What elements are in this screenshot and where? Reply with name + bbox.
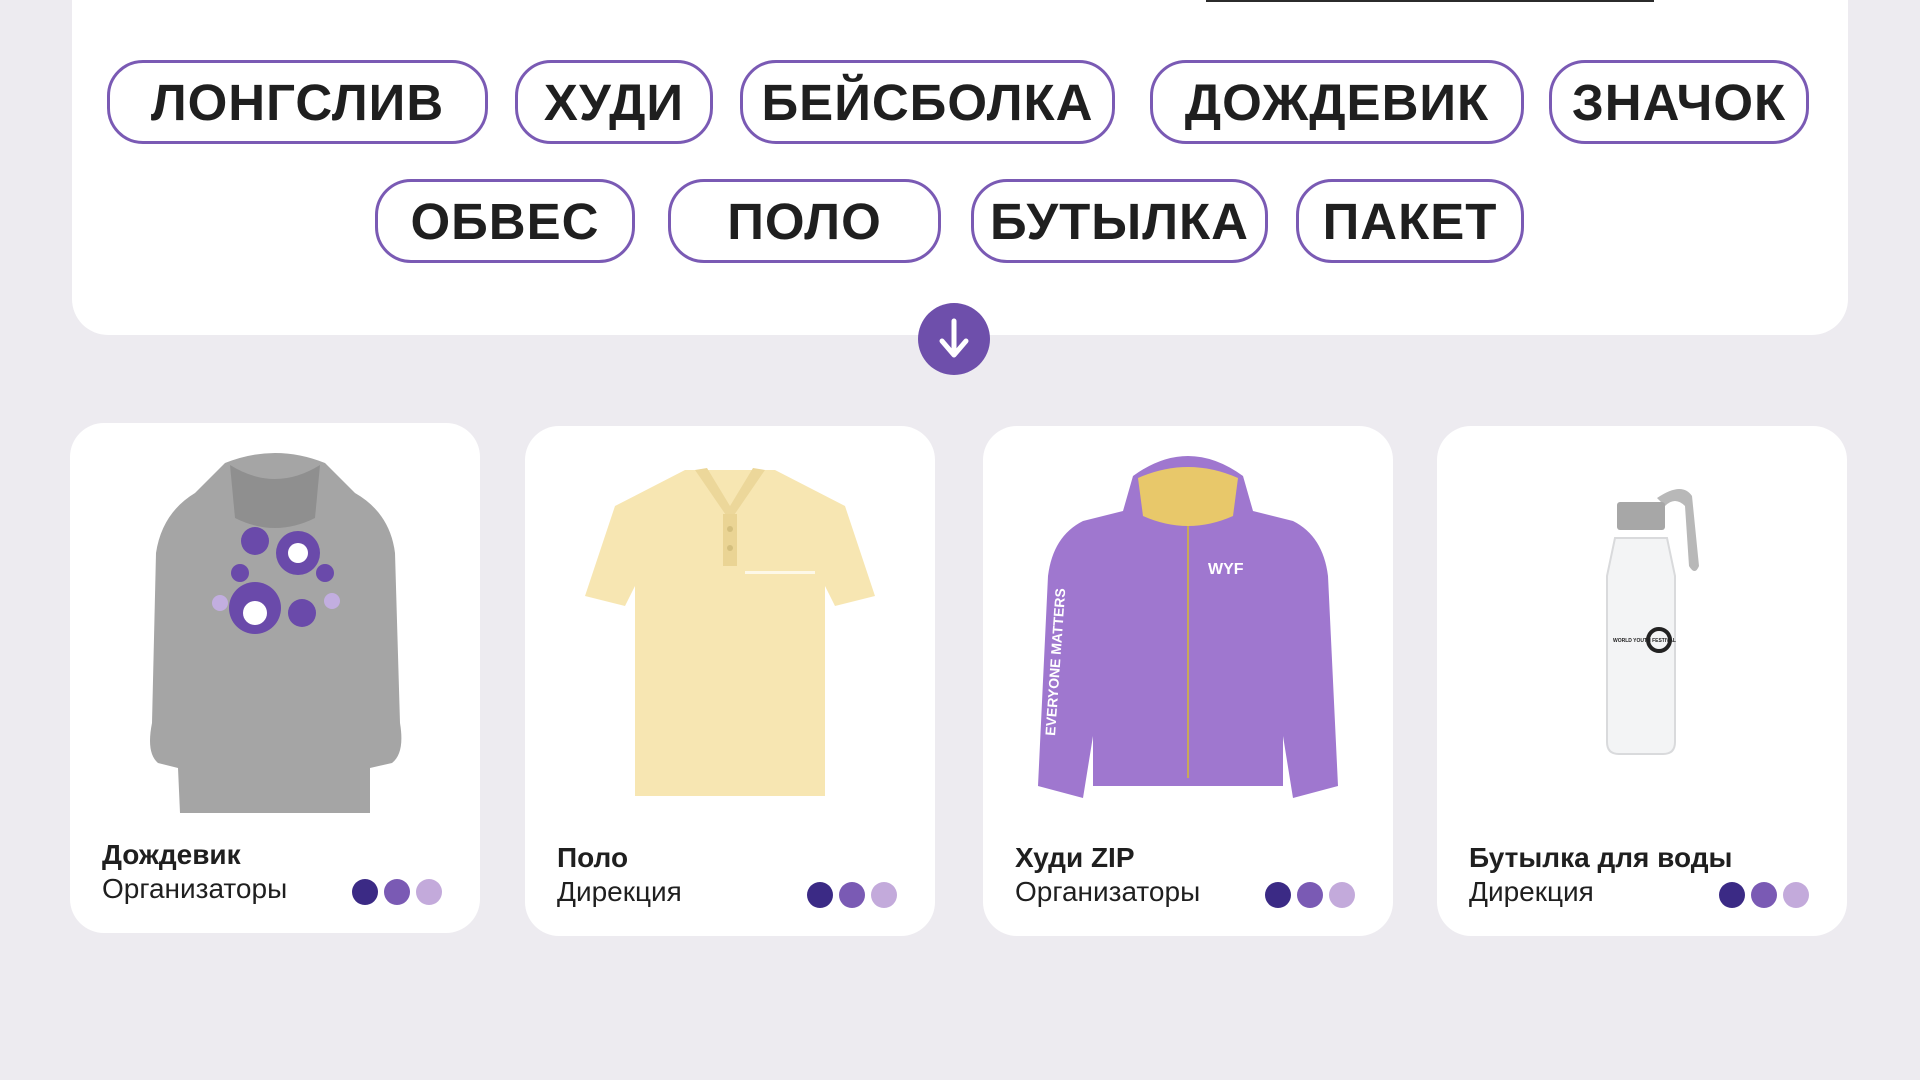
swatch-medium[interactable] xyxy=(1297,882,1323,908)
divider-line xyxy=(1206,0,1654,2)
scroll-down-button[interactable] xyxy=(918,303,990,375)
swatch-medium[interactable] xyxy=(1751,882,1777,908)
product-card-raincoat[interactable]: Дождевик Организаторы xyxy=(70,423,480,933)
swatch-medium[interactable] xyxy=(839,882,865,908)
swatch-light[interactable] xyxy=(1329,882,1355,908)
bottle-label-text: WORLD YOUTH FESTIVAL xyxy=(1613,638,1676,644)
filter-panel xyxy=(72,0,1848,335)
product-title: Поло xyxy=(557,842,629,873)
hoodie-logo-text: WYF xyxy=(1208,561,1244,578)
color-swatches xyxy=(352,879,442,905)
filter-chip-bag[interactable]: ПАКЕТ xyxy=(1296,179,1524,263)
water-bottle-icon: WORLD YOUTH FESTIVAL xyxy=(1606,488,1699,755)
product-title: Бутылка для воды xyxy=(1469,842,1733,873)
product-title: Худи ZIP xyxy=(1015,842,1135,873)
swatch-dark[interactable] xyxy=(352,879,378,905)
filter-chip-rigging[interactable]: ОБВЕС xyxy=(375,179,635,263)
filter-chip-polo[interactable]: ПОЛО xyxy=(668,179,941,263)
raincoat-icon xyxy=(150,453,402,813)
swatch-dark[interactable] xyxy=(1265,882,1291,908)
polo-shirt-icon xyxy=(585,468,875,796)
swatch-light[interactable] xyxy=(871,882,897,908)
product-subtitle: Организаторы xyxy=(1015,876,1201,907)
arrow-down-icon xyxy=(939,318,969,358)
swatch-light[interactable] xyxy=(1783,882,1809,908)
filter-chip-cap[interactable]: БЕЙСБОЛКА xyxy=(740,60,1115,144)
product-card-water-bottle[interactable]: WORLD YOUTH FESTIVAL Бутылка для воды Ди… xyxy=(1437,426,1847,936)
zip-hoodie-icon: EVERYONE MATTERS WYF xyxy=(1038,456,1338,798)
product-subtitle: Дирекция xyxy=(1469,876,1594,907)
product-card-hoodie-zip[interactable]: EVERYONE MATTERS WYF Худи ZIP Организато… xyxy=(983,426,1393,936)
filter-chip-hoodie[interactable]: ХУДИ xyxy=(515,60,713,144)
filter-chip-bottle[interactable]: БУТЫЛКА xyxy=(971,179,1268,263)
swatch-light[interactable] xyxy=(416,879,442,905)
product-subtitle: Дирекция xyxy=(557,876,682,907)
color-swatches xyxy=(1265,882,1355,908)
product-title: Дождевик xyxy=(102,839,241,870)
color-swatches xyxy=(807,882,897,908)
product-subtitle: Организаторы xyxy=(102,873,288,904)
filter-chip-longsleeve[interactable]: ЛОНГСЛИВ xyxy=(107,60,488,144)
swatch-dark[interactable] xyxy=(1719,882,1745,908)
filter-chip-raincoat[interactable]: ДОЖДЕВИК xyxy=(1150,60,1524,144)
polo-logo xyxy=(745,571,815,574)
swatch-dark[interactable] xyxy=(807,882,833,908)
color-swatches xyxy=(1719,882,1809,908)
product-card-polo[interactable]: Поло Дирекция xyxy=(525,426,935,936)
swatch-medium[interactable] xyxy=(384,879,410,905)
filter-chip-badge[interactable]: ЗНАЧОК xyxy=(1549,60,1809,144)
